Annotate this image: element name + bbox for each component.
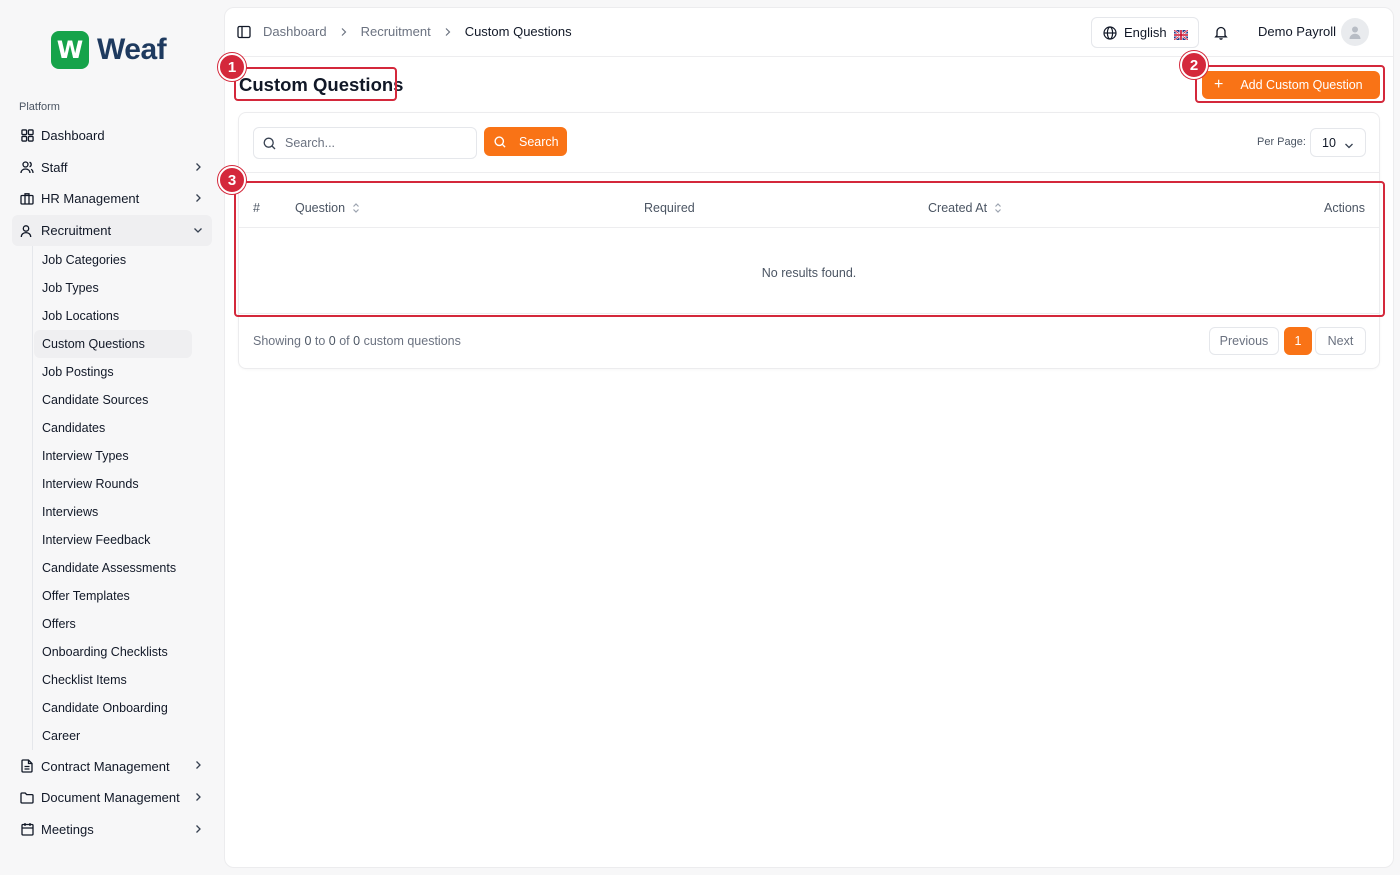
sidebar-subitem-interview-rounds[interactable]: Interview Rounds <box>34 470 192 498</box>
sidebar-subitem-offers[interactable]: Offers <box>34 610 192 638</box>
sidebar-subitem-candidate-sources[interactable]: Candidate Sources <box>34 386 192 414</box>
breadcrumb-dashboard[interactable]: Dashboard <box>263 24 327 39</box>
summary-text: Showing <box>253 334 301 348</box>
logo-icon: W <box>51 31 89 69</box>
chevron-right-icon <box>192 791 204 803</box>
sidebar-subitem-job-categories[interactable]: Job Categories <box>34 246 192 274</box>
search-input[interactable] <box>285 136 465 150</box>
pagination-summary: Showing 0 to 0 of 0 custom questions <box>253 334 461 348</box>
summary-total: 0 <box>353 334 361 348</box>
sidebar-subitem-job-postings[interactable]: Job Postings <box>34 358 192 386</box>
main-panel: Dashboard Recruitment Custom Questions E… <box>224 7 1394 868</box>
sidebar-item-staff[interactable]: Staff <box>12 152 212 184</box>
sidebar-subitem-career[interactable]: Career <box>34 722 192 750</box>
calendar-icon <box>20 822 34 837</box>
search-icon <box>263 137 276 150</box>
sidebar-subitem-custom-questions[interactable]: Custom Questions <box>34 330 192 359</box>
uk-flag-icon <box>1173 28 1189 41</box>
brand-name: Weaf <box>97 33 167 66</box>
annotation-badge-1: 1 <box>218 53 246 81</box>
search-field[interactable] <box>253 127 477 159</box>
summary-text: to <box>314 334 326 348</box>
sidebar-item-recruitment[interactable]: Recruitment <box>12 214 212 247</box>
bell-icon[interactable] <box>1214 25 1228 40</box>
search-button[interactable]: Search <box>484 127 567 156</box>
recruitment-submenu: Job Categories Job Types Job Locations C… <box>32 246 212 751</box>
previous-page-button[interactable]: Previous <box>1209 327 1279 355</box>
language-label: English <box>1124 25 1167 40</box>
sidebar: W Weaf Platform Dashboard Staff HR Manag… <box>0 0 222 875</box>
sidebar-item-label: Meetings <box>41 821 94 837</box>
per-page-value: 10 <box>1322 135 1336 150</box>
chevron-right-icon <box>340 27 348 37</box>
summary-text: of <box>339 334 350 348</box>
next-page-button[interactable]: Next <box>1315 327 1366 355</box>
language-switcher[interactable]: English <box>1091 17 1199 48</box>
chevron-right-icon <box>192 759 204 771</box>
sidebar-toggle-icon[interactable] <box>237 25 251 39</box>
chevron-down-icon <box>192 224 204 236</box>
sidebar-item-hr-management[interactable]: HR Management <box>12 183 212 215</box>
sidebar-subitem-candidate-onboarding[interactable]: Candidate Onboarding <box>34 694 192 722</box>
summary-to: 0 <box>328 334 336 348</box>
sidebar-subitem-candidate-assessments[interactable]: Candidate Assessments <box>34 554 192 582</box>
summary-text: custom questions <box>363 334 461 348</box>
sidebar-subitem-candidates[interactable]: Candidates <box>34 414 192 442</box>
chevron-right-icon <box>192 161 204 173</box>
annotation-badge-3: 3 <box>218 166 246 194</box>
sidebar-subitem-interviews[interactable]: Interviews <box>34 498 192 526</box>
top-bar: Dashboard Recruitment Custom Questions E… <box>225 8 1393 57</box>
sidebar-subitem-offer-templates[interactable]: Offer Templates <box>34 582 192 610</box>
sidebar-item-dashboard[interactable]: Dashboard <box>12 120 212 152</box>
pagination: Previous 1 Next <box>1209 327 1366 355</box>
summary-from: 0 <box>304 334 312 348</box>
folder-icon <box>20 791 34 805</box>
globe-icon <box>1103 25 1117 40</box>
annotation-box-2 <box>1195 65 1385 103</box>
chevron-right-icon <box>444 27 452 37</box>
user-name[interactable]: Demo Payroll <box>1258 24 1336 39</box>
section-label-platform: Platform <box>19 101 60 113</box>
sidebar-item-label: Dashboard <box>41 128 105 144</box>
sidebar-item-label: HR Management <box>41 191 140 207</box>
per-page-label: Per Page: <box>1257 136 1306 148</box>
sidebar-item-meetings[interactable]: Meetings <box>12 814 212 846</box>
breadcrumb-recruitment[interactable]: Recruitment <box>361 24 431 39</box>
annotation-badge-2: 2 <box>1180 51 1208 79</box>
user-search-icon <box>20 224 34 238</box>
search-icon <box>494 135 506 148</box>
page-number-button[interactable]: 1 <box>1284 327 1312 355</box>
per-page-select[interactable]: 10 <box>1310 128 1366 157</box>
sidebar-item-document-management[interactable]: Document Management <box>12 782 212 814</box>
avatar[interactable] <box>1341 18 1369 46</box>
sidebar-subitem-job-locations[interactable]: Job Locations <box>34 302 192 330</box>
breadcrumb-custom-questions: Custom Questions <box>464 24 572 39</box>
sidebar-subitem-checklist-items[interactable]: Checklist Items <box>34 666 192 694</box>
sidebar-subitem-interview-types[interactable]: Interview Types <box>34 442 192 470</box>
sidebar-subitem-interview-feedback[interactable]: Interview Feedback <box>34 526 192 554</box>
annotation-box-3 <box>234 181 1385 317</box>
chevron-down-icon <box>1344 139 1354 149</box>
annotation-box-1 <box>234 67 397 101</box>
sidebar-subitem-onboarding-checklists[interactable]: Onboarding Checklists <box>34 638 192 666</box>
brand-logo[interactable]: W Weaf <box>51 31 167 69</box>
sidebar-subitem-job-types[interactable]: Job Types <box>34 274 192 302</box>
briefcase-icon <box>20 192 34 206</box>
sidebar-nav: Dashboard Staff HR Management Recruitmen… <box>12 120 212 845</box>
divider <box>239 172 1379 173</box>
users-icon <box>20 160 34 174</box>
sidebar-item-label: Staff <box>41 159 68 175</box>
file-text-icon <box>20 759 34 773</box>
sidebar-item-label: Recruitment <box>41 223 112 239</box>
chevron-right-icon <box>192 192 204 204</box>
sidebar-item-contract-management[interactable]: Contract Management <box>12 750 212 782</box>
breadcrumb: Dashboard Recruitment Custom Questions <box>263 24 572 39</box>
layout-grid-icon <box>20 129 34 143</box>
search-button-label: Search <box>519 134 559 149</box>
chevron-right-icon <box>192 823 204 835</box>
sidebar-item-label: Contract Management <box>41 758 170 774</box>
sidebar-item-label: Document Management <box>41 790 180 806</box>
